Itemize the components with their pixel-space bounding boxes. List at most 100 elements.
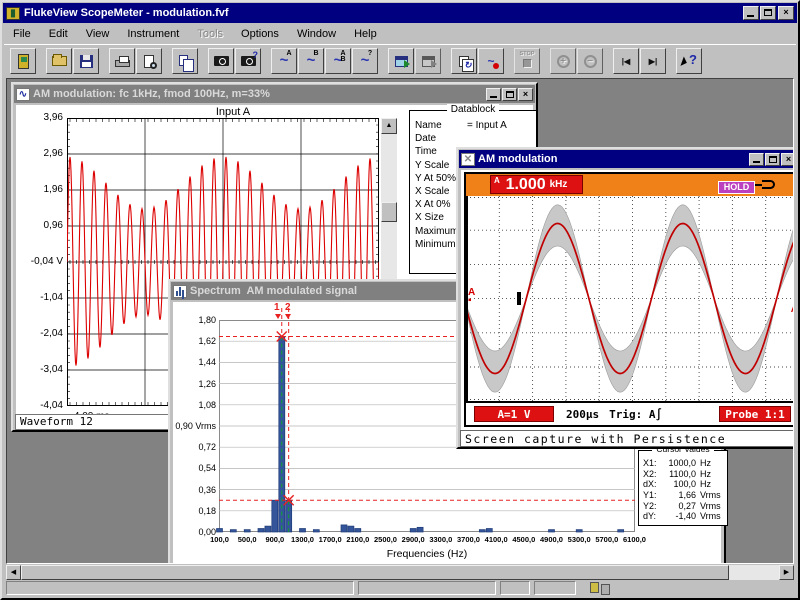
status-panel-info: [358, 581, 496, 595]
prev-screen-icon: |◀: [622, 57, 630, 66]
status-panel-message: [6, 581, 354, 595]
zoom-in-button: +: [550, 48, 576, 74]
scope-close-button[interactable]: ×: [781, 153, 794, 166]
close-button[interactable]: ×: [778, 6, 794, 20]
scroll-right-button[interactable]: ▶: [779, 565, 794, 580]
scope-maximize-button[interactable]: [765, 153, 780, 166]
camera-query-button[interactable]: ?: [235, 48, 261, 74]
print-button[interactable]: [109, 48, 135, 74]
spectrum-y-tick-label: 1,26: [170, 379, 216, 389]
scope-readout-bar: A=1 V 200µs Trig: A∫ Probe 1:1: [466, 401, 794, 425]
record-button[interactable]: ~: [478, 48, 504, 74]
spectrum-y-tick-label: 0,72: [170, 442, 216, 452]
menu-item-help[interactable]: Help: [345, 26, 386, 42]
waveform-window-title: AM modulation: fc 1kHz, fmod 100Hz, m=33…: [33, 88, 482, 100]
app-title: FlukeView ScopeMeter - modulation.fvf: [24, 7, 229, 19]
channel-sensitivity-badge: A=1 V: [474, 406, 554, 422]
waveform-b-button[interactable]: ~B: [298, 48, 324, 74]
spectrum-y-tick-label: 0,36: [170, 485, 216, 495]
menu-item-instrument[interactable]: Instrument: [118, 26, 188, 42]
waveform-y-tick-label: 0,96: [17, 220, 63, 231]
maximize-button[interactable]: [760, 6, 776, 20]
zoom-in-icon: +: [557, 55, 570, 68]
menu-item-window[interactable]: Window: [288, 26, 345, 42]
waveform-y-tick-label: -0,04 V: [17, 256, 63, 267]
scope-window-title: AM modulation: [478, 153, 745, 165]
cursor-1-marker[interactable]: 1: [274, 302, 280, 313]
channel-a-label: A: [494, 176, 500, 185]
hold-badge: HOLD: [718, 181, 755, 194]
scroll-left-button[interactable]: ◀: [6, 565, 21, 580]
waveform-window-titlebar[interactable]: ∿ AM modulation: fc 1kHz, fmod 100Hz, m=…: [14, 85, 535, 103]
cursor-2-arrow-icon: [285, 314, 291, 319]
help-pointer-icon: [680, 56, 688, 67]
copy-icon: [179, 55, 188, 66]
waveform-window-icon: ∿: [16, 88, 30, 101]
minimize-button[interactable]: [743, 6, 759, 20]
spectrum-x-axis-title: Frequencies (Hz): [327, 548, 527, 560]
waveform-query-button[interactable]: ~?: [352, 48, 378, 74]
print-icon: [115, 60, 130, 67]
datablock-row: Name= Input A: [410, 119, 536, 132]
waveform-series-label: Input A: [153, 106, 313, 118]
prev-screen-button[interactable]: |◀: [613, 48, 639, 74]
mdi-workspace: ∿ AM modulation: fc 1kHz, fmod 100Hz, m=…: [6, 78, 794, 564]
menu-item-edit[interactable]: Edit: [40, 26, 77, 42]
frequency-unit: kHz: [550, 179, 568, 190]
cursor-value-row: dX:100,0Hz: [639, 479, 727, 490]
next-screen-button[interactable]: ▶|: [640, 48, 666, 74]
spectrum-y-tick-label: 0,54: [170, 463, 216, 473]
waveform-query-icon: ~: [361, 56, 370, 66]
cursor-1-arrow-icon: [275, 314, 281, 319]
scroll-up-button[interactable]: ▲: [381, 118, 397, 134]
cursor-value-row: dY:-1,40Vrms: [639, 511, 727, 522]
toolbar: ?~A~B~A B~?~STOP+−|◀▶|?: [4, 44, 796, 77]
frequency-reading-badge: A 1.000 kHz: [490, 175, 583, 194]
waveform-y-tick-label: -3,04: [17, 364, 63, 375]
scope-window-titlebar[interactable]: ✕ AM modulation ×: [459, 150, 794, 168]
menu-item-options[interactable]: Options: [232, 26, 288, 42]
scopemeter-button[interactable]: [10, 48, 36, 74]
camera-button[interactable]: [208, 48, 234, 74]
cursor-2-marker[interactable]: 2: [285, 302, 291, 313]
flukeview-app-window: ▮ FlukeView ScopeMeter - modulation.fvf …: [0, 0, 800, 600]
open-icon: [52, 56, 67, 66]
workspace-h-scrollbar[interactable]: ◀ ▶: [6, 565, 794, 580]
waveform-a-button[interactable]: ~A: [271, 48, 297, 74]
zoom-out-button: −: [577, 48, 603, 74]
copy-button[interactable]: [172, 48, 198, 74]
waveform-y-tick-label: -1,04: [17, 292, 63, 303]
save-button[interactable]: [73, 48, 99, 74]
open-button[interactable]: [46, 48, 72, 74]
print-preview-button[interactable]: [136, 48, 162, 74]
spectrum-x-tick-label: 6100,0: [617, 535, 653, 544]
frequency-value: 1.000: [506, 176, 546, 194]
waveform-y-tick-label: 3,96: [17, 112, 63, 123]
window-export-disabled-icon: [422, 56, 435, 67]
menu-item-file[interactable]: File: [4, 26, 40, 42]
app-titlebar[interactable]: ▮ FlukeView ScopeMeter - modulation.fvf …: [3, 3, 797, 23]
waveform-ab-button[interactable]: ~A B: [325, 48, 351, 74]
spectrum-y-tick-label: 1,62: [170, 336, 216, 346]
datablock-title: Datablock: [447, 104, 499, 115]
waveform-close-button[interactable]: ×: [518, 88, 533, 101]
scopemeter-icon: [18, 54, 29, 69]
scope-minimize-button[interactable]: [749, 153, 764, 166]
spectrum-y-tick-label: 1,08: [170, 400, 216, 410]
power-plug-icon: [762, 180, 775, 189]
h-scroll-thumb[interactable]: [21, 565, 729, 580]
menu-item-view[interactable]: View: [77, 26, 119, 42]
save-icon: [80, 55, 93, 68]
waveform-b-icon: ~: [307, 56, 316, 66]
help-pointer-button[interactable]: ?: [676, 48, 702, 74]
trace-a-left-marker: A▪: [468, 289, 475, 305]
spectrum-y-tick-label: 0,18: [170, 506, 216, 516]
cursor-values-panel: Cursor Values X1:1000,0HzX2:1100,0HzdX:1…: [638, 450, 728, 526]
replay-screens-button[interactable]: [451, 48, 477, 74]
scroll-thumb[interactable]: [381, 202, 397, 222]
persistence-display: A▪ A: [466, 196, 794, 401]
cursor-value-row: X2:1100,0Hz: [639, 469, 727, 480]
window-export-button[interactable]: [388, 48, 414, 74]
waveform-maximize-button[interactable]: [502, 88, 517, 101]
waveform-minimize-button[interactable]: [486, 88, 501, 101]
